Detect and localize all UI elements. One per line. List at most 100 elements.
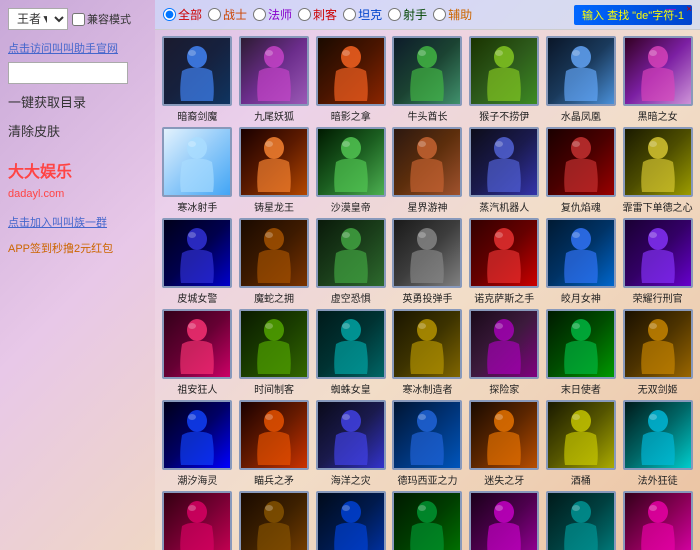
champion-silhouette [321,130,381,195]
join-group-link[interactable]: 点击加入叫叫族一群 [8,214,147,230]
champion-item[interactable]: champ37 [314,491,387,550]
champion-item[interactable]: champ40 [545,491,618,550]
champion-item[interactable]: 海洋之灾 [314,400,387,487]
champion-avatar [239,127,309,197]
filter-radio-input-mage[interactable] [253,8,266,21]
champion-item[interactable]: 猴子不捞伊 [468,36,541,123]
champion-item[interactable]: 探险家 [468,309,541,396]
filter-radio-assassin[interactable]: 刺客 [298,6,337,23]
champion-name: 霏雷下单德之心 [623,199,693,214]
minimize-button[interactable]: — [664,2,678,16]
champion-item[interactable]: 诺克萨斯之手 [468,218,541,305]
filter-label-support: 辅助 [448,6,472,23]
champion-item[interactable]: 铸星龙王 [238,127,311,214]
visit-link[interactable]: 点击访问叫叫助手官网 [8,40,147,56]
filter-label-all: 全部 [178,6,202,23]
filter-radio-input-tank[interactable] [343,8,356,21]
filter-label-assassin: 刺客 [313,6,337,23]
filter-radio-input-support[interactable] [433,8,446,21]
champion-silhouette [397,130,457,195]
champion-name: 海洋之灾 [331,472,371,487]
champion-item[interactable]: 暗影之拿 [314,36,387,123]
champion-item[interactable]: 潮汐海灵 [161,400,234,487]
filter-radio-warrior[interactable]: 战士 [208,6,247,23]
window-controls: — × [664,2,696,16]
champion-item[interactable]: 无双剑姬 [621,309,694,396]
champion-silhouette [628,312,688,377]
champion-name: 皎月女神 [561,290,601,305]
sidebar: 王者▼ 兼容模式 点击访问叫叫助手官网 一键获取目录 清除皮肤 大大娱乐 dad… [0,0,155,550]
champion-item[interactable]: 蜘蛛女皇 [314,309,387,396]
filter-radio-input-warrior[interactable] [208,8,221,21]
champion-silhouette [321,312,381,377]
close-button[interactable]: × [682,2,696,16]
champion-silhouette [628,130,688,195]
champion-item[interactable]: 牛头酋长 [391,36,464,123]
champion-avatar [546,127,616,197]
brand-url: dadayl.com [8,188,147,200]
champion-silhouette [321,39,381,104]
champion-item[interactable]: 寒冰射手 [161,127,234,214]
champion-item[interactable]: 星界游神 [391,127,464,214]
champion-item[interactable]: 酒桶 [545,400,618,487]
champion-silhouette [167,130,227,195]
filter-radio-support[interactable]: 辅助 [433,6,472,23]
champion-item[interactable]: 暗裔剑魔 [161,36,234,123]
champion-item[interactable]: 迷失之牙 [468,400,541,487]
filter-radio-input-all[interactable] [163,8,176,21]
filter-radio-input-assassin[interactable] [298,8,311,21]
champion-item[interactable]: 末日使者 [545,309,618,396]
champion-item[interactable]: 皎月女神 [545,218,618,305]
champion-item[interactable]: 霏雷下单德之心 [621,127,694,214]
champion-item[interactable]: 沙漠皇帝 [314,127,387,214]
champion-silhouette [244,39,304,104]
champion-item[interactable]: 时间制客 [238,309,311,396]
champion-name: 星界游神 [407,199,447,214]
compat-mode-checkbox[interactable] [72,13,85,26]
champion-item[interactable]: 荣耀行刑官 [621,218,694,305]
champion-name: 迷失之牙 [484,472,524,487]
champion-item[interactable]: 虚空恐惧 [314,218,387,305]
champion-silhouette [244,130,304,195]
champion-item[interactable]: champ41 [621,491,694,550]
champion-name: 黑暗之女 [638,108,678,123]
filter-radio-mage[interactable]: 法师 [253,6,292,23]
champion-item[interactable]: 九尾妖狐 [238,36,311,123]
champion-item[interactable]: champ39 [468,491,541,550]
champion-item[interactable]: 皮城女警 [161,218,234,305]
champion-item[interactable]: 祖安狂人 [161,309,234,396]
champion-item[interactable]: 复仇焰魂 [545,127,618,214]
filter-radio-tank[interactable]: 坦克 [343,6,382,23]
champion-silhouette [551,39,611,104]
champion-item[interactable]: champ38 [391,491,464,550]
champion-item[interactable]: 法外狂徒 [621,400,694,487]
champion-item[interactable]: 魔蛇之拥 [238,218,311,305]
champion-item[interactable]: 蒸汽机器人 [468,127,541,214]
compat-mode-label[interactable]: 兼容模式 [72,11,131,27]
filter-radio-marksman[interactable]: 射手 [388,6,427,23]
champion-item[interactable]: 英勇投弹手 [391,218,464,305]
champion-avatar [316,218,386,288]
search-input[interactable] [8,62,128,84]
champion-name: 暗裔剑魔 [177,108,217,123]
champion-name: 末日使者 [561,381,601,396]
app-sign-link[interactable]: APP签到秒撸2元红包 [8,240,147,256]
champion-silhouette [474,130,534,195]
champion-item[interactable]: 黑暗之女 [621,36,694,123]
champion-silhouette [474,39,534,104]
filter-radio-all[interactable]: 全部 [163,6,202,23]
champion-item[interactable]: champ35 [161,491,234,550]
filter-radio-input-marksman[interactable] [388,8,401,21]
filter-label-mage: 法师 [268,6,292,23]
champion-avatar [392,309,462,379]
game-select[interactable]: 王者▼ [8,8,68,30]
champion-item[interactable]: 寒冰制造者 [391,309,464,396]
champion-item[interactable]: 水晶凤凰 [545,36,618,123]
champion-silhouette [321,221,381,286]
get-dir-button[interactable]: 一键获取目录 [8,90,147,113]
filter-bar: 全部战士法师刺客坦克射手辅助 输入 查找 "de"字符-1 [155,0,700,30]
champion-item[interactable]: 瞄兵之矛 [238,400,311,487]
champion-item[interactable]: 德玛西亚之力 [391,400,464,487]
clear-skin-button[interactable]: 清除皮肤 [8,119,147,142]
champion-item[interactable]: champ36 [238,491,311,550]
